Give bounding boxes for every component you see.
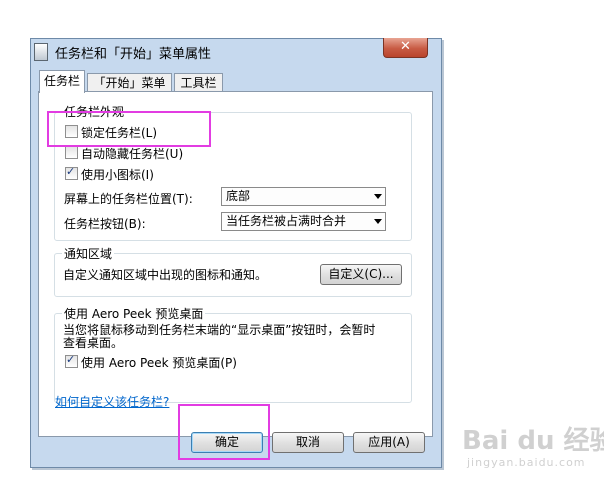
close-button[interactable]: ✕ [383, 38, 428, 58]
title-bar[interactable]: 任务栏和「开始」菜单属性 ✕ [31, 38, 441, 65]
taskbar-location-value: 底部 [226, 189, 251, 203]
aero-peek-description-line2: 查看桌面。 [63, 336, 124, 350]
cancel-button[interactable]: 取消 [272, 432, 344, 453]
aero-peek-checkbox[interactable]: ✓ [65, 353, 78, 368]
notification-area-title: 通知区域 [62, 245, 115, 262]
auto-hide-checkbox[interactable] [65, 146, 78, 159]
small-icons-checkbox[interactable]: ✓ [65, 165, 78, 180]
ok-button-highlight [178, 404, 270, 460]
baidu-watermark: Bai du 经验 [462, 426, 604, 456]
lock-taskbar-highlight [47, 111, 211, 147]
taskbar-buttons-value: 当任务栏被占满时合并 [226, 214, 347, 228]
auto-hide-label[interactable]: 自动隐藏任务栏(U) [81, 145, 183, 162]
tab-taskbar[interactable]: 任务栏 [39, 70, 85, 93]
window-icon [34, 43, 48, 61]
taskbar-buttons-select[interactable]: 当任务栏被占满时合并 [221, 212, 386, 231]
dropdown-arrow-icon [374, 194, 382, 199]
tab-start-menu[interactable]: 「开始」菜单 [87, 73, 172, 92]
notification-area-text: 自定义通知区域中出现的图标和通知。 [63, 268, 268, 282]
window-title: 任务栏和「开始」菜单属性 [55, 47, 212, 62]
taskbar-location-label: 屏幕上的任务栏位置(T): [64, 192, 193, 206]
small-icons-label[interactable]: 使用小图标(I) [81, 166, 154, 183]
baidu-watermark-url: jingyan.baidu.com [467, 456, 586, 469]
dropdown-arrow-icon [374, 219, 382, 224]
aero-peek-label[interactable]: 使用 Aero Peek 预览桌面(P) [81, 354, 237, 371]
taskbar-buttons-label: 任务栏按钮(B): [64, 217, 146, 231]
tab-toolbars[interactable]: 工具栏 [174, 73, 223, 92]
checkmark-icon: ✓ [66, 165, 76, 178]
aero-peek-title: 使用 Aero Peek 预览桌面 [62, 305, 206, 322]
checkmark-icon: ✓ [66, 353, 76, 366]
customize-taskbar-help-link[interactable]: 如何自定义该任务栏? [55, 393, 169, 410]
apply-button[interactable]: 应用(A) [353, 432, 425, 453]
taskbar-location-select[interactable]: 底部 [221, 187, 386, 206]
customize-button[interactable]: 自定义(C)... [320, 264, 402, 285]
